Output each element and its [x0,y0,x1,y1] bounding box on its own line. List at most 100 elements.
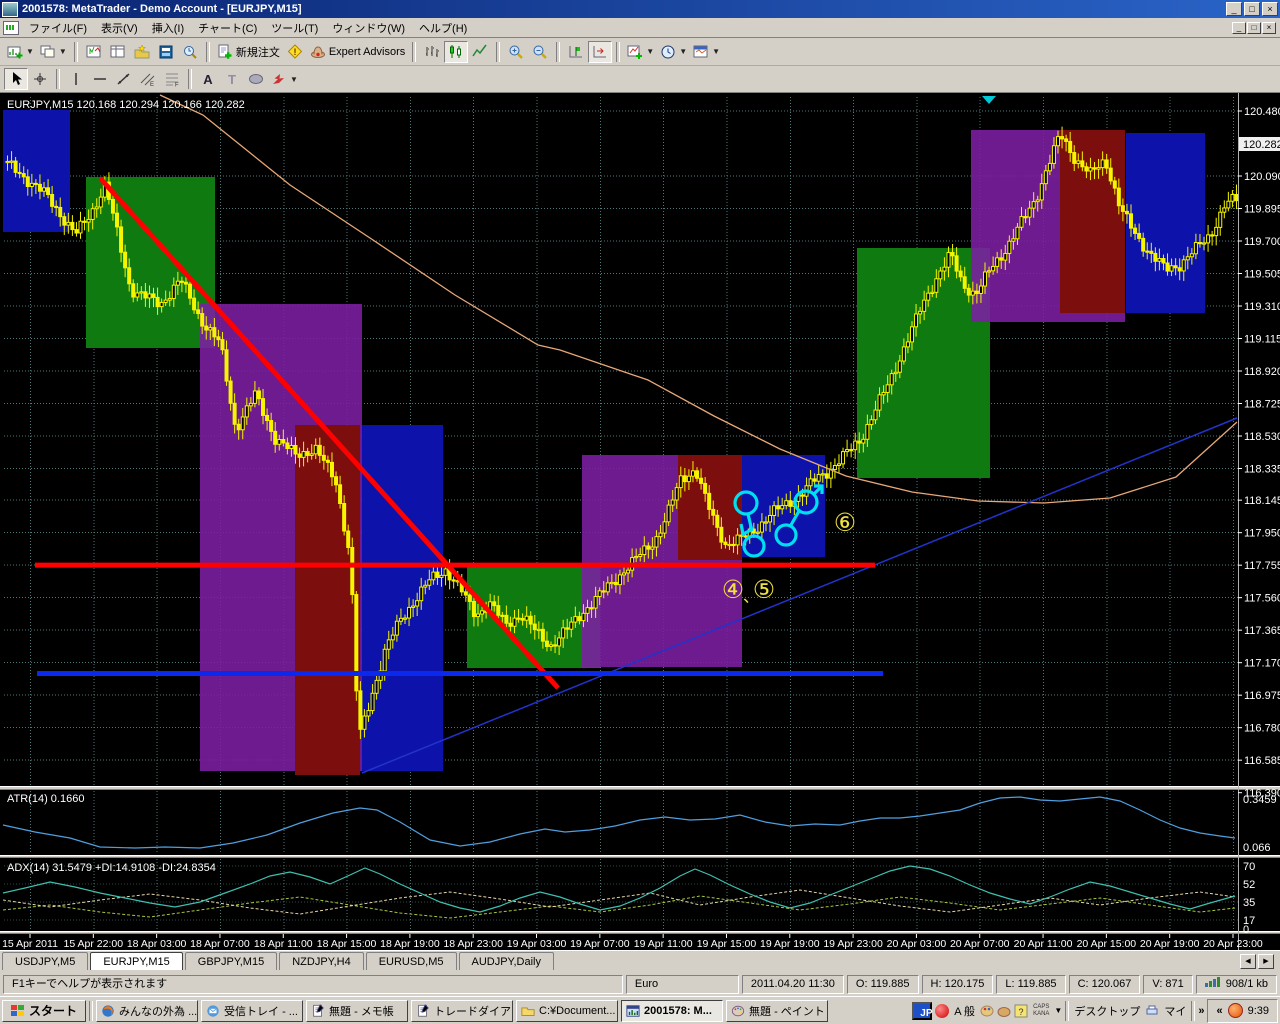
restore-button[interactable]: □ [1244,2,1260,16]
tab-GBPJPY,M15[interactable]: GBPJPY,M15 [185,952,277,970]
ime-mode[interactable]: A 般 [952,1003,977,1019]
time-tick: 20 Apr 11:00 [1014,938,1073,950]
arrows-icon [271,71,287,87]
horizontal-line-tool-button[interactable] [88,68,112,90]
crosshair-tool-button[interactable] [28,68,52,90]
terminal-button[interactable] [154,41,178,63]
title-bar: 2001578: MetaTrader - Demo Account - [EU… [0,0,1280,18]
tab-scroll-left[interactable]: ◀ [1240,954,1256,969]
bar-chart-mode-button[interactable] [420,41,444,63]
zone-rectangle-blue[interactable] [362,425,443,771]
menu-ファイル(F)[interactable]: ファイル(F) [22,21,94,37]
ime-icon[interactable] [935,1004,949,1018]
desktop-toolbar[interactable]: デスクトップ [1072,1003,1142,1019]
taskbar-button[interactable]: 2001578: M... [621,1000,723,1022]
price-tick: 118.725 [1244,399,1280,411]
line-chart-mode-button[interactable] [468,41,492,63]
channel-tool-button[interactable]: E [136,68,160,90]
price-tick: 116.585 [1244,755,1280,767]
profiles-button[interactable]: ▼ [37,41,70,63]
tab-EURUSD,M5[interactable]: EURUSD,M5 [366,952,457,970]
market-watch-button[interactable] [82,41,106,63]
taskbar-button[interactable]: みんなの外為 ... [96,1000,198,1022]
new-chart-icon [7,44,23,60]
vertical-line-tool-button[interactable] [64,68,88,90]
taskbar-button[interactable]: 無題 - ペイント [726,1000,828,1022]
start-button[interactable]: スタート [2,1000,86,1022]
menu-ウィンドウ(W)[interactable]: ウィンドウ(W) [325,21,412,37]
tab-scroll-right[interactable]: ▶ [1258,954,1274,969]
new-order-button[interactable]: 新規注文 [214,41,283,63]
hline-icon [92,71,108,87]
menu-表示(V)[interactable]: 表示(V) [94,21,145,37]
taskbar-button[interactable]: 無題 - メモ帳 [306,1000,408,1022]
my-toolbar[interactable]: マイ [1162,1003,1188,1019]
tab-AUDJPY,Daily[interactable]: AUDJPY,Daily [459,952,555,970]
zoom-out-button[interactable] [528,41,552,63]
taskbar-button[interactable]: トレードダイアリ... [411,1000,513,1022]
zoomin-icon [508,44,524,60]
templates-button[interactable]: ▼ [690,41,723,63]
tline-icon [116,71,132,87]
price-tick: 117.170 [1244,658,1280,670]
data-window-button[interactable] [106,41,130,63]
tray-chevron-icon[interactable]: « [1216,1005,1222,1017]
mdi-restore-button[interactable]: □ [1247,22,1261,34]
time-tick: 18 Apr 07:00 [190,938,250,950]
indicators-list-button[interactable]: ▼ [624,41,657,63]
close-button[interactable]: × [1262,2,1278,16]
price-tick: 118.145 [1244,495,1280,507]
trendline-tool-button[interactable] [112,68,136,90]
mdi-minimize-button[interactable]: _ [1232,22,1246,34]
candlestick-mode-button[interactable] [444,41,468,63]
metaeditor-button[interactable]: ! [283,41,307,63]
menu-ツール(T)[interactable]: ツール(T) [264,21,325,37]
periods-button[interactable]: ▼ [657,41,690,63]
chart-shift-button[interactable] [588,41,612,63]
mdi-close-button[interactable]: × [1262,22,1276,34]
taskbar-button[interactable]: 受信トレイ - ... [201,1000,303,1022]
menu-ヘルプ(H)[interactable]: ヘルプ(H) [412,21,474,37]
menu-挿入(I)[interactable]: 挿入(I) [145,21,191,37]
channel-icon: E [140,71,156,87]
taskbar-button[interactable]: C:¥Document... [516,1000,618,1022]
ime-help-icon[interactable]: ? [1014,1004,1028,1018]
experts-icon [310,44,326,60]
ime-palette-icon[interactable] [980,1004,994,1018]
tray-update-icon[interactable] [1228,1003,1243,1018]
dropdown-arrow-icon: ▼ [290,75,298,84]
zone-rectangle-green[interactable] [857,248,990,478]
menu-チャート(C)[interactable]: チャート(C) [191,21,264,37]
new-order-label: 新規注文 [236,44,280,60]
caps-kana-indicator[interactable]: CAPSKANA [1031,1004,1051,1018]
zone-rectangle-maroon[interactable] [295,425,360,775]
zone-rectangle-green[interactable] [86,177,215,348]
text-tool-button[interactable]: A [196,68,220,90]
printer-icon[interactable] [1145,1004,1159,1018]
navigator-button[interactable] [130,41,154,63]
ime-language-button[interactable]: JP [912,1002,932,1020]
price-tick: 118.335 [1244,464,1280,476]
folder-icon [521,1004,535,1018]
cursor-tool-button[interactable] [4,68,28,90]
shapes-tool-button[interactable] [244,68,268,90]
text-label-tool-button[interactable]: T [220,68,244,90]
zoom-in-button[interactable] [504,41,528,63]
strategy-tester-button[interactable] [178,41,202,63]
ime-chevron-icon[interactable]: ▼ [1054,1006,1062,1015]
tab-NZDJPY,H4[interactable]: NZDJPY,H4 [279,952,363,970]
tab-EURJPY,M15[interactable]: EURJPY,M15 [90,952,182,970]
svg-text:E: E [150,82,154,87]
ime-pad-icon[interactable] [997,1004,1011,1018]
new-chart-button[interactable]: ▼ [4,41,37,63]
arrows-tool-button[interactable]: ▼ [268,68,301,90]
chart-area[interactable]: ④、⑤⑥EURJPY,M15 120.168 120.294 120.166 1… [0,93,1280,950]
tab-USDJPY,M5[interactable]: USDJPY,M5 [2,952,88,970]
minimize-button[interactable]: _ [1226,2,1242,16]
toolbar-chevron-icon[interactable]: » [1198,1005,1204,1017]
zone-rectangle-blue[interactable] [1126,133,1205,313]
expert-advisors-button[interactable]: Expert Advisors [307,41,408,63]
fibonacci-tool-button[interactable]: F [160,68,184,90]
auto-scroll-button[interactable] [564,41,588,63]
metatrader-window: 2001578: MetaTrader - Demo Account - [EU… [0,0,1280,1024]
